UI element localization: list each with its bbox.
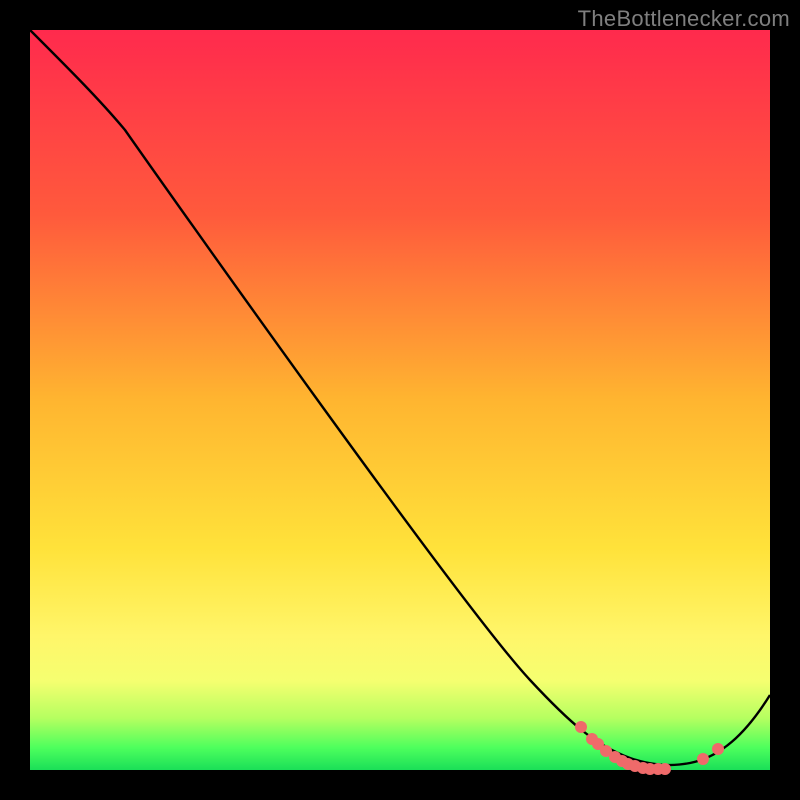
marker-dot [575, 721, 587, 733]
watermark-label: TheBottlenecker.com [578, 6, 790, 32]
marker-dot [659, 763, 671, 775]
marker-dot [697, 753, 709, 765]
plot-area [30, 30, 770, 770]
marker-group [575, 721, 724, 775]
curve-layer [30, 30, 770, 770]
bottleneck-curve-path [30, 30, 770, 765]
chart-frame: TheBottlenecker.com [0, 0, 800, 800]
marker-dot [712, 743, 724, 755]
